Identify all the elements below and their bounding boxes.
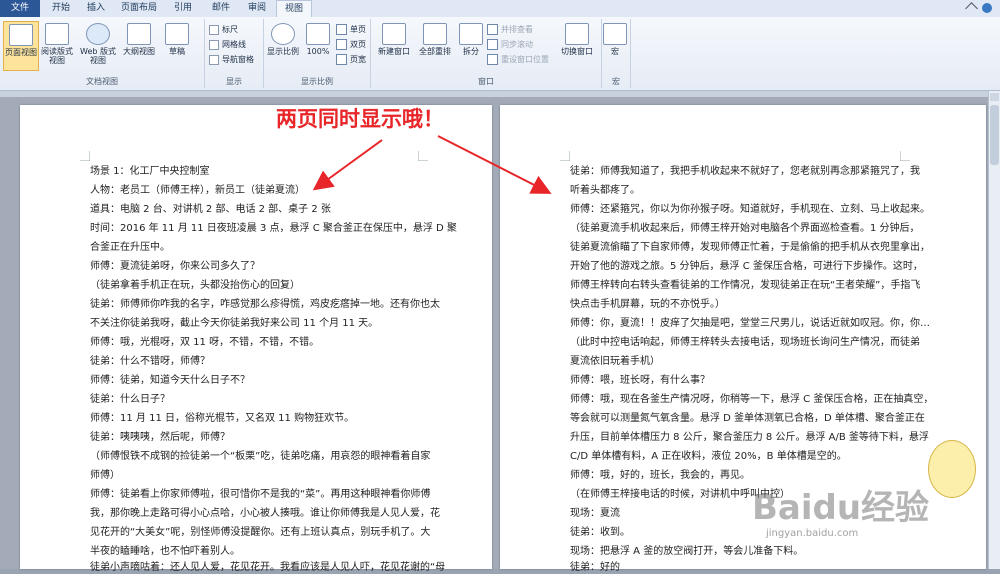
arrow-right-icon — [437, 135, 552, 194]
arrow-left-icon — [312, 139, 383, 191]
mascot-icon — [928, 440, 976, 498]
baidu-watermark-url: jingyan.baidu.com — [766, 528, 859, 539]
baidu-watermark: Baidu经验 — [752, 488, 930, 528]
